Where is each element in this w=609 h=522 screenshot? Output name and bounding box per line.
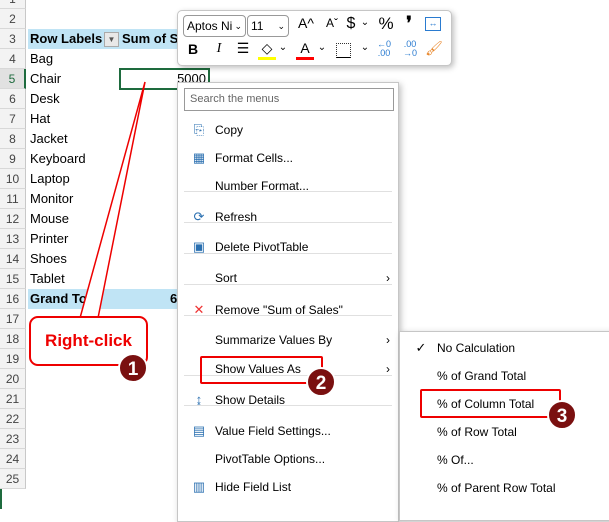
check-icon: ✓ [415, 340, 427, 355]
borders-icon[interactable] [336, 43, 351, 58]
search-placeholder: Search the menus [190, 93, 280, 105]
fill-dropdown-icon[interactable]: ⌄ [278, 42, 288, 53]
submenu-item[interactable]: ✓ No Calculation [400, 335, 609, 361]
step-2: 2 [315, 373, 327, 394]
submenu-item[interactable]: % Of... [400, 447, 609, 473]
font-size: 11 [251, 19, 264, 33]
menu-item-remove-sum-of-sales[interactable]: ✕ Remove "Sum of Sales" [178, 297, 398, 323]
comma-button[interactable]: ❜ [402, 13, 416, 34]
decrease-font-button[interactable]: Aˇ [321, 16, 343, 30]
menu-item-label: Number Format... [215, 179, 310, 193]
search-menus-input[interactable]: Search the menus [184, 88, 394, 111]
currency-button[interactable]: $ [343, 15, 359, 33]
format-painter-icon[interactable]: 🖌 [425, 40, 443, 57]
mini-toolbar: Aptos Ni ⌄ 11 ⌄ A^ Aˇ $ ⌄ % ❜ ↔ B I ☰ ◇ ⌄ … [177, 10, 452, 66]
menu-item-value-field-settings[interactable]: ▤ Value Field Settings... [178, 418, 398, 444]
percent-button[interactable]: % [375, 14, 397, 34]
chevron-right-icon: › [386, 362, 390, 376]
field-list-icon: ▥ [192, 479, 206, 494]
remove-icon: ✕ [193, 302, 205, 317]
borders-dropdown-icon[interactable]: ⌄ [360, 42, 370, 53]
menu-item-sort[interactable]: Sort › [178, 265, 398, 291]
font-color-button[interactable]: A [296, 40, 314, 60]
submenu-item[interactable]: % of Grand Total [400, 363, 609, 389]
menu-item-hide-field-list[interactable]: ▥ Hide Field List [178, 474, 398, 500]
increase-font-button[interactable]: A^ [295, 15, 317, 31]
chevron-right-icon: › [386, 271, 390, 285]
align-center-icon[interactable]: ☰ [235, 40, 251, 57]
highlight-show-values-as [200, 356, 323, 384]
step-3: 3 [556, 406, 568, 427]
menu-item-label: Remove "Sum of Sales" [215, 303, 343, 317]
copy-icon: ⎘ [193, 122, 205, 137]
menu-item-pivottable-options[interactable]: PivotTable Options... [178, 446, 398, 472]
menu-item-refresh[interactable]: ⟳ Refresh [178, 204, 398, 230]
fill-color-icon[interactable]: ◇ [258, 40, 276, 60]
format-cells-icon: ▦ [192, 150, 206, 165]
menu-item-label: Value Field Settings... [215, 424, 331, 438]
submenu-item-label: % Of... [437, 453, 474, 467]
increase-decimal-icon[interactable]: ←0.00 [374, 40, 394, 58]
submenu-item-label: No Calculation [437, 341, 516, 355]
bold-button[interactable]: B [186, 41, 200, 57]
menu-item-summarize-values-by[interactable]: Summarize Values By › [178, 327, 398, 353]
currency-dropdown-icon[interactable]: ⌄ [360, 17, 370, 28]
step-3-badge: 3 [547, 400, 577, 430]
show-details-icon: ↨ [195, 392, 203, 407]
menu-item-label: Refresh [215, 210, 258, 224]
menu-item-label: PivotTable Options... [215, 452, 326, 466]
submenu-item[interactable]: % of Parent Row Total [400, 475, 609, 501]
font-name-select[interactable]: Aptos Ni ⌄ [183, 15, 246, 37]
menu-item-label: Hide Field List [215, 480, 292, 494]
refresh-icon: ⟳ [193, 209, 205, 224]
menu-item-label: Summarize Values By [215, 333, 333, 347]
menu-item-label: Sort [215, 271, 238, 285]
menu-item-show-details[interactable]: ↨ Show Details [178, 387, 398, 413]
delete-pivot-icon: ▣ [192, 239, 206, 254]
wrap-text-icon[interactable]: ↔ [425, 17, 441, 31]
font-name: Aptos Ni [187, 19, 233, 33]
submenu-item[interactable]: % of Row Total [400, 419, 609, 445]
step-1-badge: 1 [118, 353, 148, 383]
font-size-select[interactable]: 11 ⌄ [247, 15, 289, 37]
submenu-item-label: % of Row Total [437, 425, 517, 439]
highlight-column-total [420, 389, 561, 418]
step-1: 1 [127, 359, 139, 380]
submenu-item-label: % of Grand Total [437, 369, 527, 383]
italic-button[interactable]: I [212, 41, 226, 57]
menu-item-format-cells[interactable]: ▦ Format Cells... [178, 145, 398, 171]
menu-item-delete-pivottable[interactable]: ▣ Delete PivotTable [178, 234, 398, 260]
submenu-item-label: % of Parent Row Total [437, 481, 556, 495]
menu-item-label: Copy [215, 123, 244, 137]
menu-item-label: Delete PivotTable [215, 240, 309, 254]
callout-text: Right-click [45, 331, 132, 350]
menu-item-number-format[interactable]: Number Format... [178, 173, 398, 199]
decrease-decimal-icon[interactable]: .00 →0 [400, 40, 420, 58]
context-menu: Search the menus ⎘ Copy ▦ Format Cells... Nu… [177, 82, 399, 522]
chevron-right-icon: › [386, 333, 390, 347]
step-2-badge: 2 [306, 367, 336, 397]
menu-item-label: Show Details [215, 393, 286, 407]
menu-item-copy[interactable]: ⎘ Copy [178, 117, 398, 143]
menu-item-label: Format Cells... [215, 151, 294, 165]
show-values-as-submenu: ✓ No Calculation% of Grand Total% of Colu… [399, 331, 609, 521]
value-field-settings-icon: ▤ [192, 423, 206, 438]
font-color-dropdown-icon[interactable]: ⌄ [317, 42, 327, 53]
